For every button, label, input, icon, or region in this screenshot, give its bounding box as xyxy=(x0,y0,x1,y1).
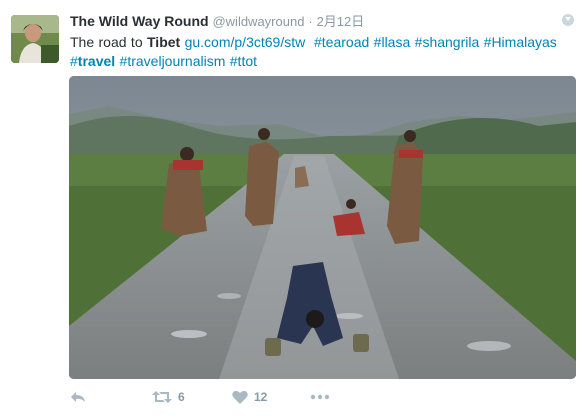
text-tibet: Tibet xyxy=(147,34,181,50)
heart-icon xyxy=(232,390,248,404)
hashtag-shangrila[interactable]: #shangrila xyxy=(415,34,480,50)
text-lead: The road to xyxy=(70,34,147,50)
tweet-card: The Wild Way Round @wildwayround · 2月12日… xyxy=(0,0,584,420)
hashtag-ttot[interactable]: #ttot xyxy=(230,53,257,69)
more-icon xyxy=(310,394,330,400)
tweet-actions: 6 12 xyxy=(70,390,470,410)
author-handle[interactable]: @wildwayround xyxy=(212,14,304,29)
chevron-down-icon[interactable] xyxy=(562,14,574,26)
hashtag-travel-symbol: # xyxy=(70,53,78,69)
like-button[interactable]: 12 xyxy=(232,390,267,404)
tweet-header: The Wild Way Round @wildwayround · 2月12日 xyxy=(70,12,570,31)
hashtag-travel-word: travel xyxy=(77,53,116,69)
article-link[interactable]: gu.com/p/3ct69/stw xyxy=(185,34,306,50)
hashtag-traveljournalism[interactable]: #traveljournalism xyxy=(120,53,226,69)
tweet-text: The road to Tibet gu.com/p/3ct69/stw #te… xyxy=(70,33,570,71)
tweet-photo[interactable] xyxy=(69,76,576,379)
separator: · xyxy=(308,14,313,29)
hashtag-travel[interactable]: #travel xyxy=(70,53,115,69)
like-count: 12 xyxy=(254,390,268,404)
reply-icon xyxy=(71,392,85,402)
more-button[interactable] xyxy=(310,394,330,400)
photo-scene xyxy=(69,76,576,379)
hashtag-himalayas[interactable]: #Himalayas xyxy=(484,34,557,50)
tweet-content: The Wild Way Round @wildwayround · 2月12日… xyxy=(70,12,570,71)
timestamp[interactable]: 2月12日 xyxy=(317,14,365,29)
avatar[interactable] xyxy=(11,15,59,63)
hashtag-llasa[interactable]: #llasa xyxy=(374,34,411,50)
hashtag-tearoad[interactable]: #tearoad xyxy=(314,34,369,50)
retweet-button[interactable]: 6 xyxy=(152,390,185,404)
author-name[interactable]: The Wild Way Round xyxy=(70,13,209,29)
reply-button[interactable] xyxy=(70,390,86,404)
retweet-count: 6 xyxy=(178,390,185,404)
retweet-icon xyxy=(152,391,172,403)
